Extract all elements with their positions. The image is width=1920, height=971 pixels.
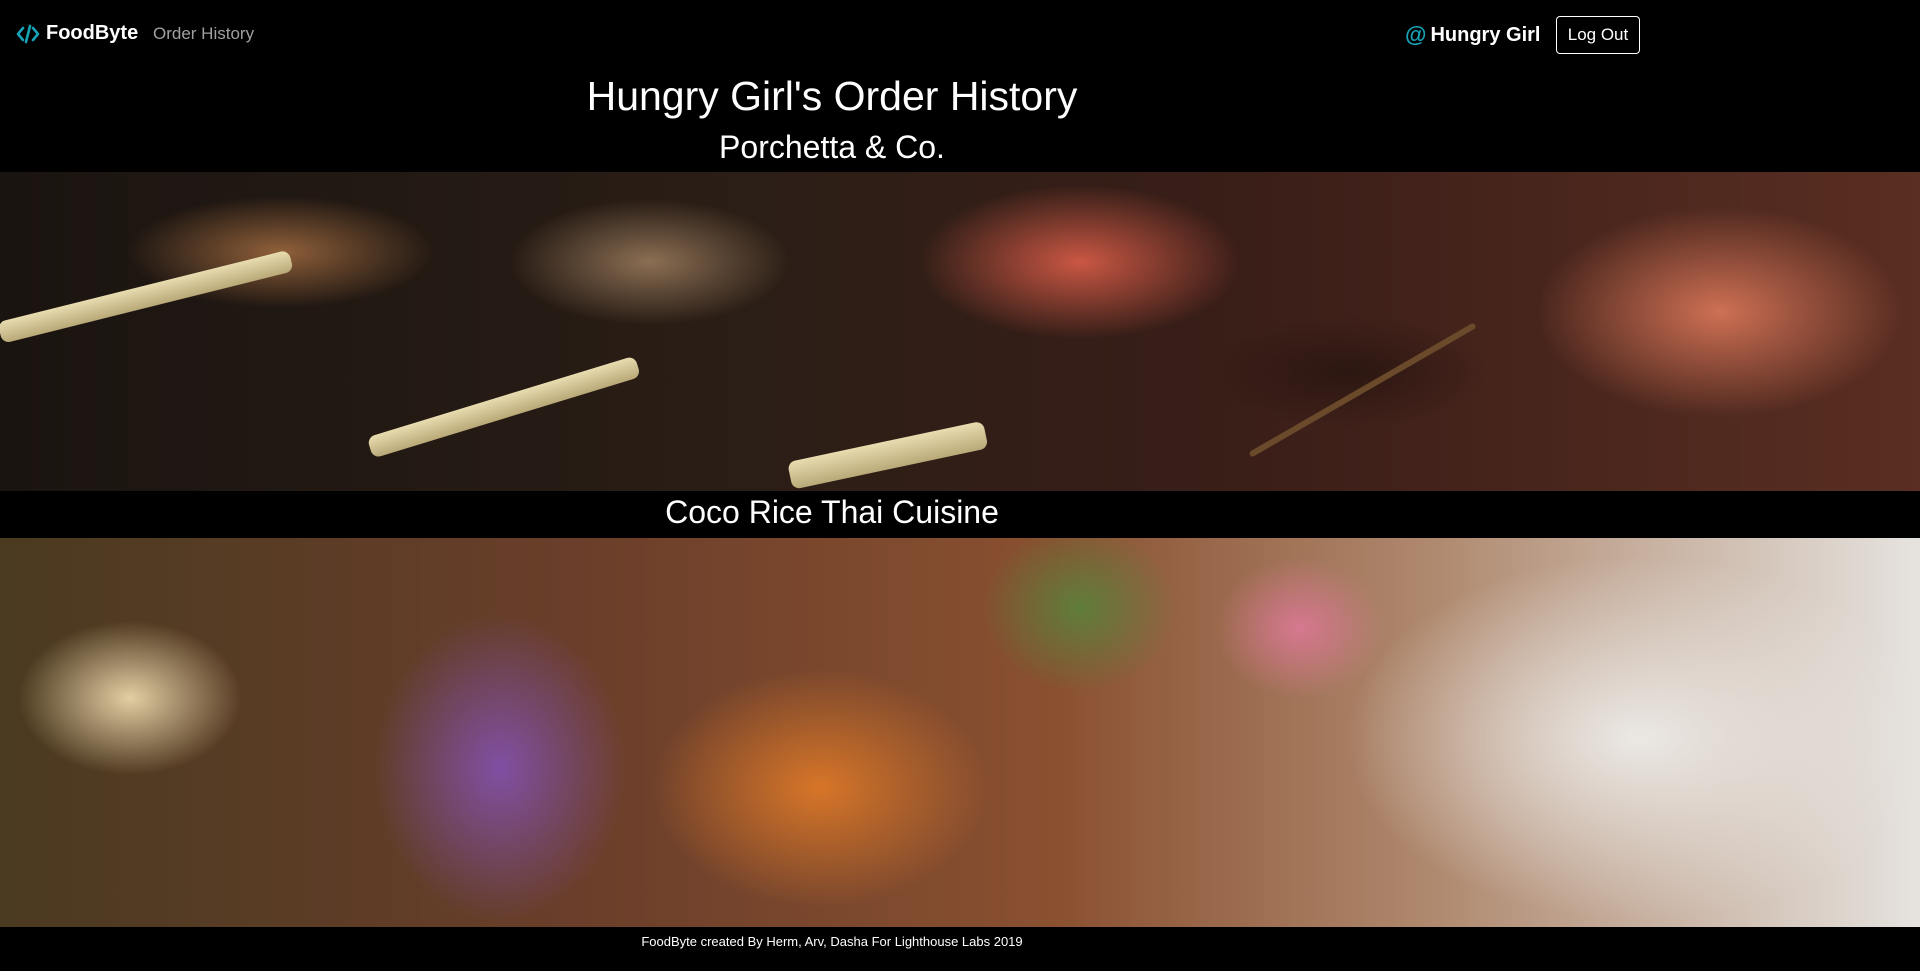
- brand-link[interactable]: FoodByte: [16, 22, 138, 45]
- skewer-stick: [0, 249, 294, 344]
- page-title: Hungry Girl's Order History: [586, 73, 1078, 119]
- navbar: FoodByte Order History @ Hungry Girl Log…: [0, 0, 1920, 70]
- footer: FoodByte created By Herm, Arv, Dasha For…: [641, 934, 1023, 949]
- order-image: [0, 538, 1920, 927]
- skewer-stick: [366, 355, 641, 459]
- brand-name: FoodByte: [46, 22, 139, 44]
- restaurant-name: Porchetta & Co.: [719, 129, 945, 165]
- logout-button[interactable]: Log Out: [1556, 16, 1640, 54]
- restaurant-name: Coco Rice Thai Cuisine: [665, 494, 999, 530]
- skewer-stick: [1248, 322, 1477, 458]
- user-profile: @ Hungry Girl: [1405, 22, 1540, 48]
- user-name: Hungry Girl: [1430, 23, 1541, 46]
- at-icon: @: [1405, 22, 1427, 47]
- nav-link-order-history[interactable]: Order History: [153, 24, 254, 44]
- order-image: [0, 172, 1920, 491]
- code-icon: [16, 24, 40, 43]
- skewer-stick: [787, 420, 989, 490]
